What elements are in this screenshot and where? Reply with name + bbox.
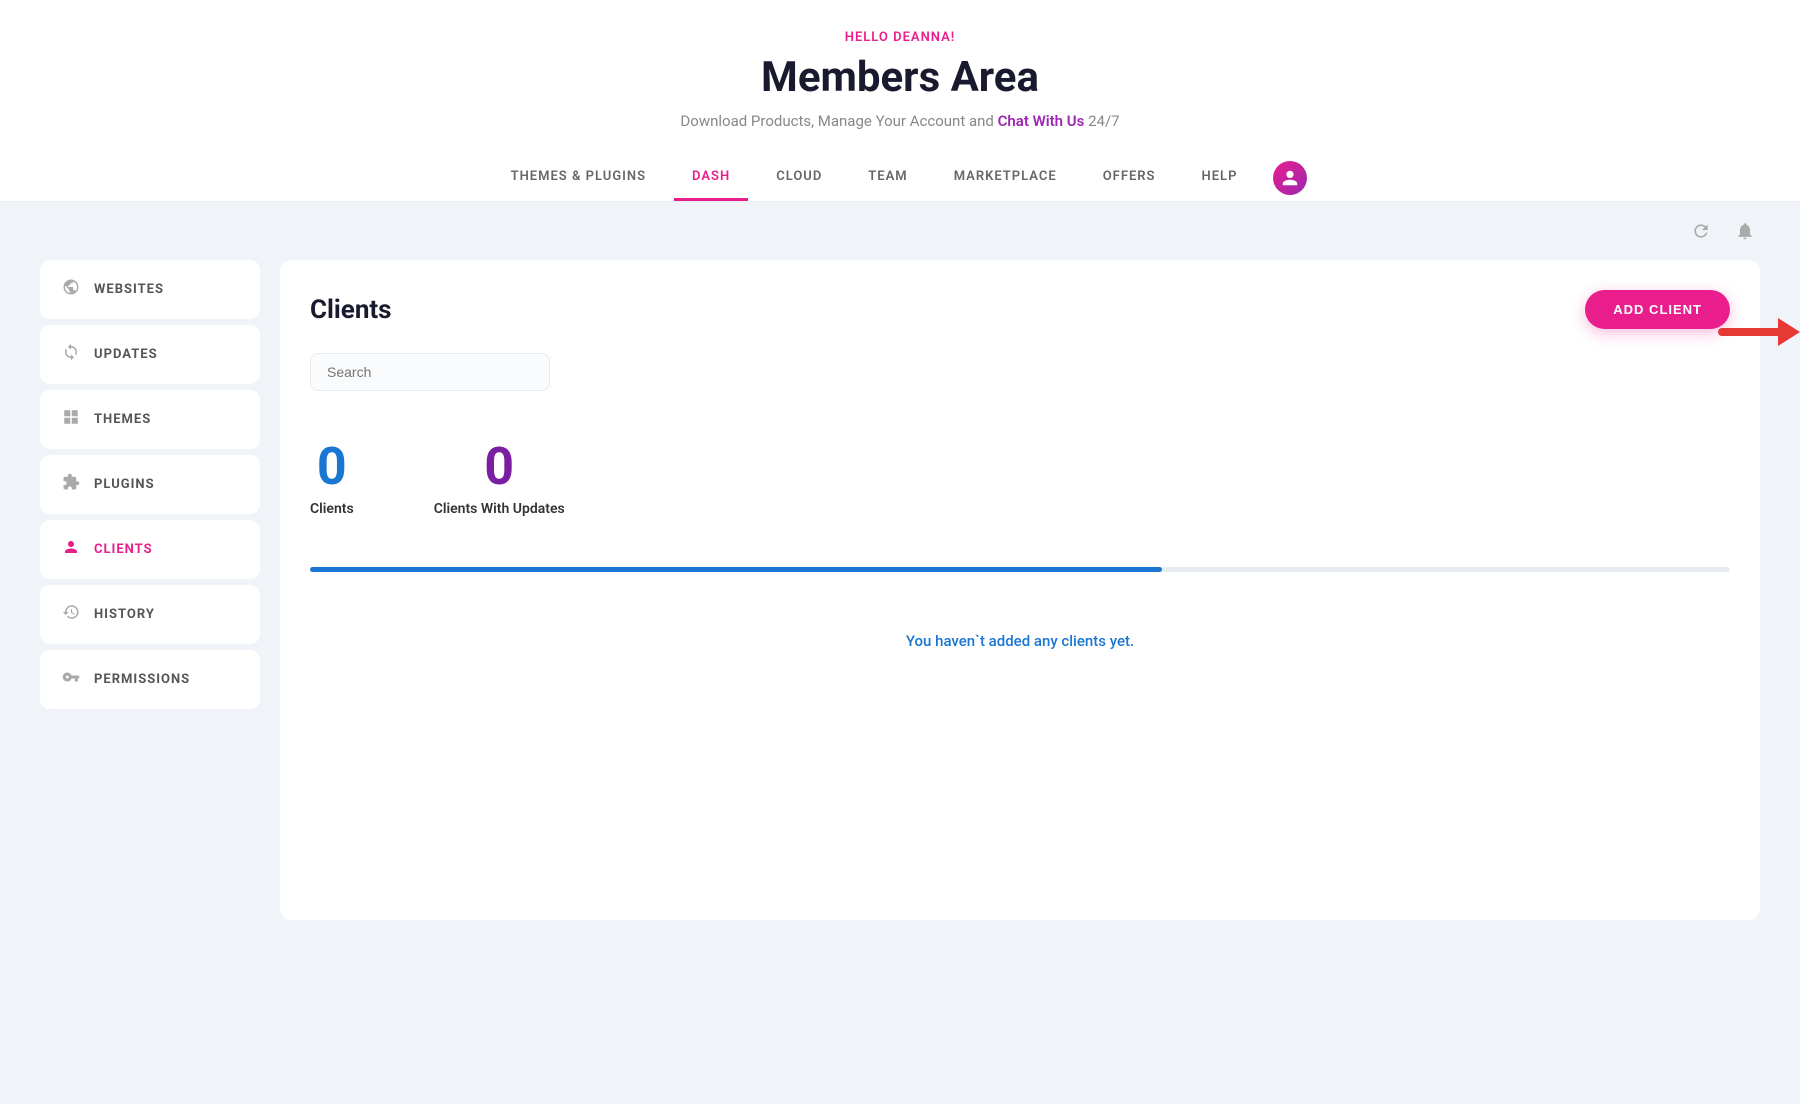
arrow-head [1778,318,1800,346]
clients-count-label: Clients [310,501,354,517]
sidebar-item-history-label: HISTORY [94,607,155,622]
nav-item-team[interactable]: TEAM [850,155,925,201]
avatar[interactable] [1273,161,1307,195]
sidebar-item-history[interactable]: HISTORY [40,585,260,644]
nav-item-dash[interactable]: DASH [674,155,748,201]
themes-icon [60,408,82,431]
empty-state-message: You haven`t added any clients yet. [330,632,1710,650]
progress-bar-container [310,567,1730,572]
arrow-annotation [1718,318,1800,346]
sidebar-item-themes[interactable]: THEMES [40,390,260,449]
plugins-icon [60,473,82,496]
toolbar-row [0,202,1800,260]
clients-updates-value: 0 [434,441,565,493]
sidebar-item-websites[interactable]: WEBSITES [40,260,260,319]
subtitle-end: 24/7 [1084,112,1119,130]
clients-count-value: 0 [310,441,354,493]
permissions-icon [60,668,82,691]
sidebar: WEBSITES UPDATES THEMES PLUGINS CLIENTS [40,260,260,920]
history-icon [60,603,82,626]
content-title: Clients [310,295,392,325]
chat-link[interactable]: Chat With Us [998,112,1085,130]
nav-item-marketplace[interactable]: MARKETPLACE [936,155,1075,201]
content-area: Clients ADD CLIENT 0 Clients 0 Clients W… [280,260,1760,920]
sidebar-item-websites-label: WEBSITES [94,282,164,297]
stat-clients: 0 Clients [310,441,354,517]
sidebar-item-clients[interactable]: CLIENTS [40,520,260,579]
add-client-button[interactable]: ADD CLIENT [1585,290,1730,329]
empty-state: You haven`t added any clients yet. [310,612,1730,670]
sidebar-item-permissions-label: PERMISSIONS [94,672,190,687]
hello-greeting: HELLO DEANNA! [20,30,1780,45]
page-title: Members Area [20,53,1780,102]
main-layout: WEBSITES UPDATES THEMES PLUGINS CLIENTS [0,260,1800,960]
updates-icon [60,343,82,366]
sidebar-item-updates[interactable]: UPDATES [40,325,260,384]
sidebar-item-plugins[interactable]: PLUGINS [40,455,260,514]
progress-bar-fill [310,567,1162,572]
main-nav: THEMES & PLUGINS DASH CLOUD TEAM MARKETP… [20,155,1780,201]
search-input[interactable] [310,353,550,391]
sidebar-item-permissions[interactable]: PERMISSIONS [40,650,260,709]
sidebar-item-themes-label: THEMES [94,412,151,427]
nav-item-themes-plugins[interactable]: THEMES & PLUGINS [493,155,664,201]
arrow-body [1718,328,1778,336]
subtitle-start: Download Products, Manage Your Account a… [680,112,997,130]
sidebar-item-plugins-label: PLUGINS [94,477,155,492]
sidebar-item-updates-label: UPDATES [94,347,158,362]
stats-row: 0 Clients 0 Clients With Updates [310,421,1730,537]
sidebar-item-clients-label: CLIENTS [94,542,153,557]
stat-clients-updates: 0 Clients With Updates [434,441,565,517]
subtitle: Download Products, Manage Your Account a… [20,112,1780,130]
clients-updates-label: Clients With Updates [434,501,565,517]
globe-icon [60,278,82,301]
refresh-icon[interactable] [1686,216,1716,246]
nav-item-cloud[interactable]: CLOUD [758,155,840,201]
notification-icon[interactable] [1730,216,1760,246]
clients-icon [60,538,82,561]
header: HELLO DEANNA! Members Area Download Prod… [0,0,1800,202]
content-header: Clients ADD CLIENT [310,290,1730,329]
nav-item-offers[interactable]: OFFERS [1085,155,1174,201]
nav-item-help[interactable]: HELP [1184,155,1256,201]
